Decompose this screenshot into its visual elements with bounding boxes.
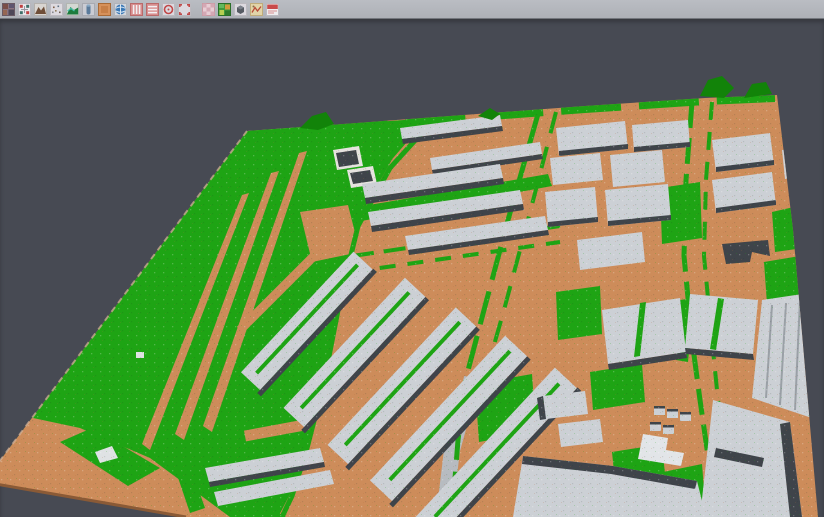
main-toolbar — [0, 0, 824, 19]
measurement-button[interactable] — [249, 1, 264, 17]
point-cloud-colors-button[interactable] — [1, 1, 16, 17]
terrain-mesh — [0, 76, 824, 517]
point-cloud-app-window — [0, 0, 824, 517]
pick-point-button[interactable] — [161, 1, 176, 17]
orbit-globe-icon — [114, 3, 127, 16]
pick-point-icon — [162, 3, 175, 16]
fence-section-button[interactable] — [129, 1, 144, 17]
raster-grid-button[interactable] — [201, 1, 216, 17]
flag-annotation-button[interactable] — [265, 1, 280, 17]
terrain-model-icon — [66, 3, 79, 16]
profile-slice-button[interactable] — [81, 1, 96, 17]
zoom-extents-icon — [178, 3, 191, 16]
measurement-icon — [250, 3, 263, 16]
mesh-model-icon — [234, 3, 247, 16]
dem-surface-icon — [34, 3, 47, 16]
sparse-points-button[interactable] — [49, 1, 64, 17]
sparse-points-icon — [50, 3, 63, 16]
point-cloud-colors-icon — [2, 3, 15, 16]
registration-points-button[interactable] — [17, 1, 32, 17]
area-selection-icon — [98, 3, 111, 16]
classified-raster-icon — [218, 3, 231, 16]
registration-points-icon — [18, 3, 31, 16]
flag-annotation-icon — [266, 3, 279, 16]
viewport-3d[interactable] — [0, 19, 824, 517]
point-noise-overlay — [0, 80, 824, 517]
classified-raster-button[interactable] — [217, 1, 232, 17]
classification-list-button[interactable] — [145, 1, 160, 17]
toolbar-separator — [193, 1, 200, 17]
dem-surface-button[interactable] — [33, 1, 48, 17]
classification-list-icon — [146, 3, 159, 16]
orbit-globe-button[interactable] — [113, 1, 128, 17]
terrain-model-button[interactable] — [65, 1, 80, 17]
zoom-extents-button[interactable] — [177, 1, 192, 17]
mesh-model-button[interactable] — [233, 1, 248, 17]
point-cloud-render — [0, 19, 824, 517]
profile-slice-icon — [82, 3, 95, 16]
fence-section-icon — [130, 3, 143, 16]
raster-grid-icon — [202, 3, 215, 16]
area-selection-button[interactable] — [97, 1, 112, 17]
